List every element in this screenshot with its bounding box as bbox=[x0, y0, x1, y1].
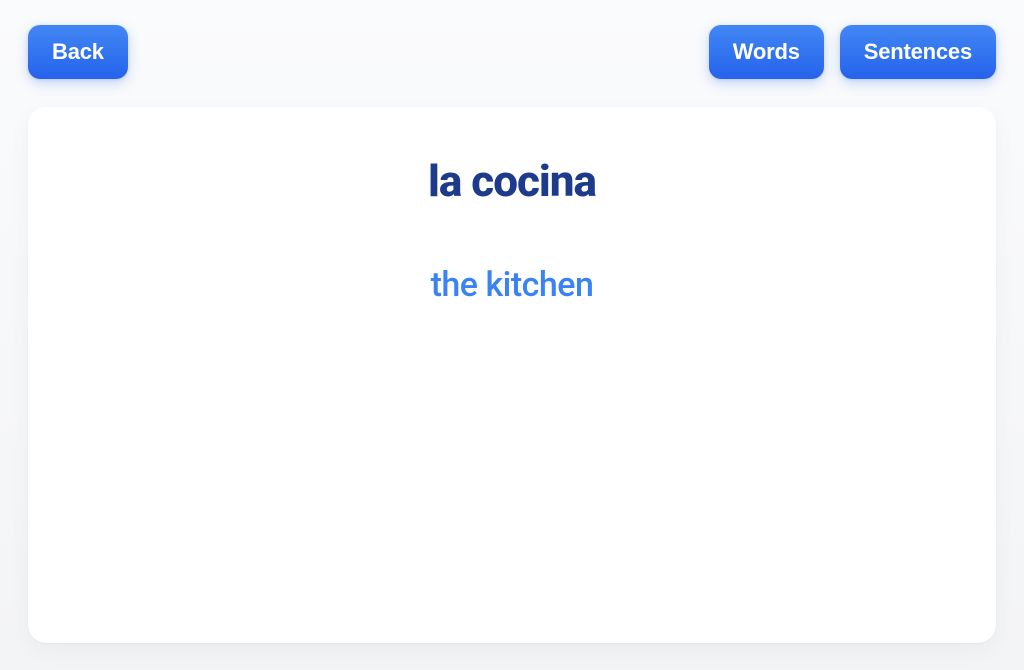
sentences-button[interactable]: Sentences bbox=[840, 25, 996, 79]
header-right: Words Sentences bbox=[709, 25, 996, 79]
flashcard[interactable]: la cocina the kitchen bbox=[28, 107, 996, 643]
header: Back Words Sentences bbox=[0, 0, 1024, 79]
words-button[interactable]: Words bbox=[709, 25, 824, 79]
flashcard-translation: the kitchen bbox=[68, 265, 956, 305]
header-left: Back bbox=[28, 25, 128, 79]
flashcard-word: la cocina bbox=[68, 155, 956, 207]
back-button[interactable]: Back bbox=[28, 25, 128, 79]
